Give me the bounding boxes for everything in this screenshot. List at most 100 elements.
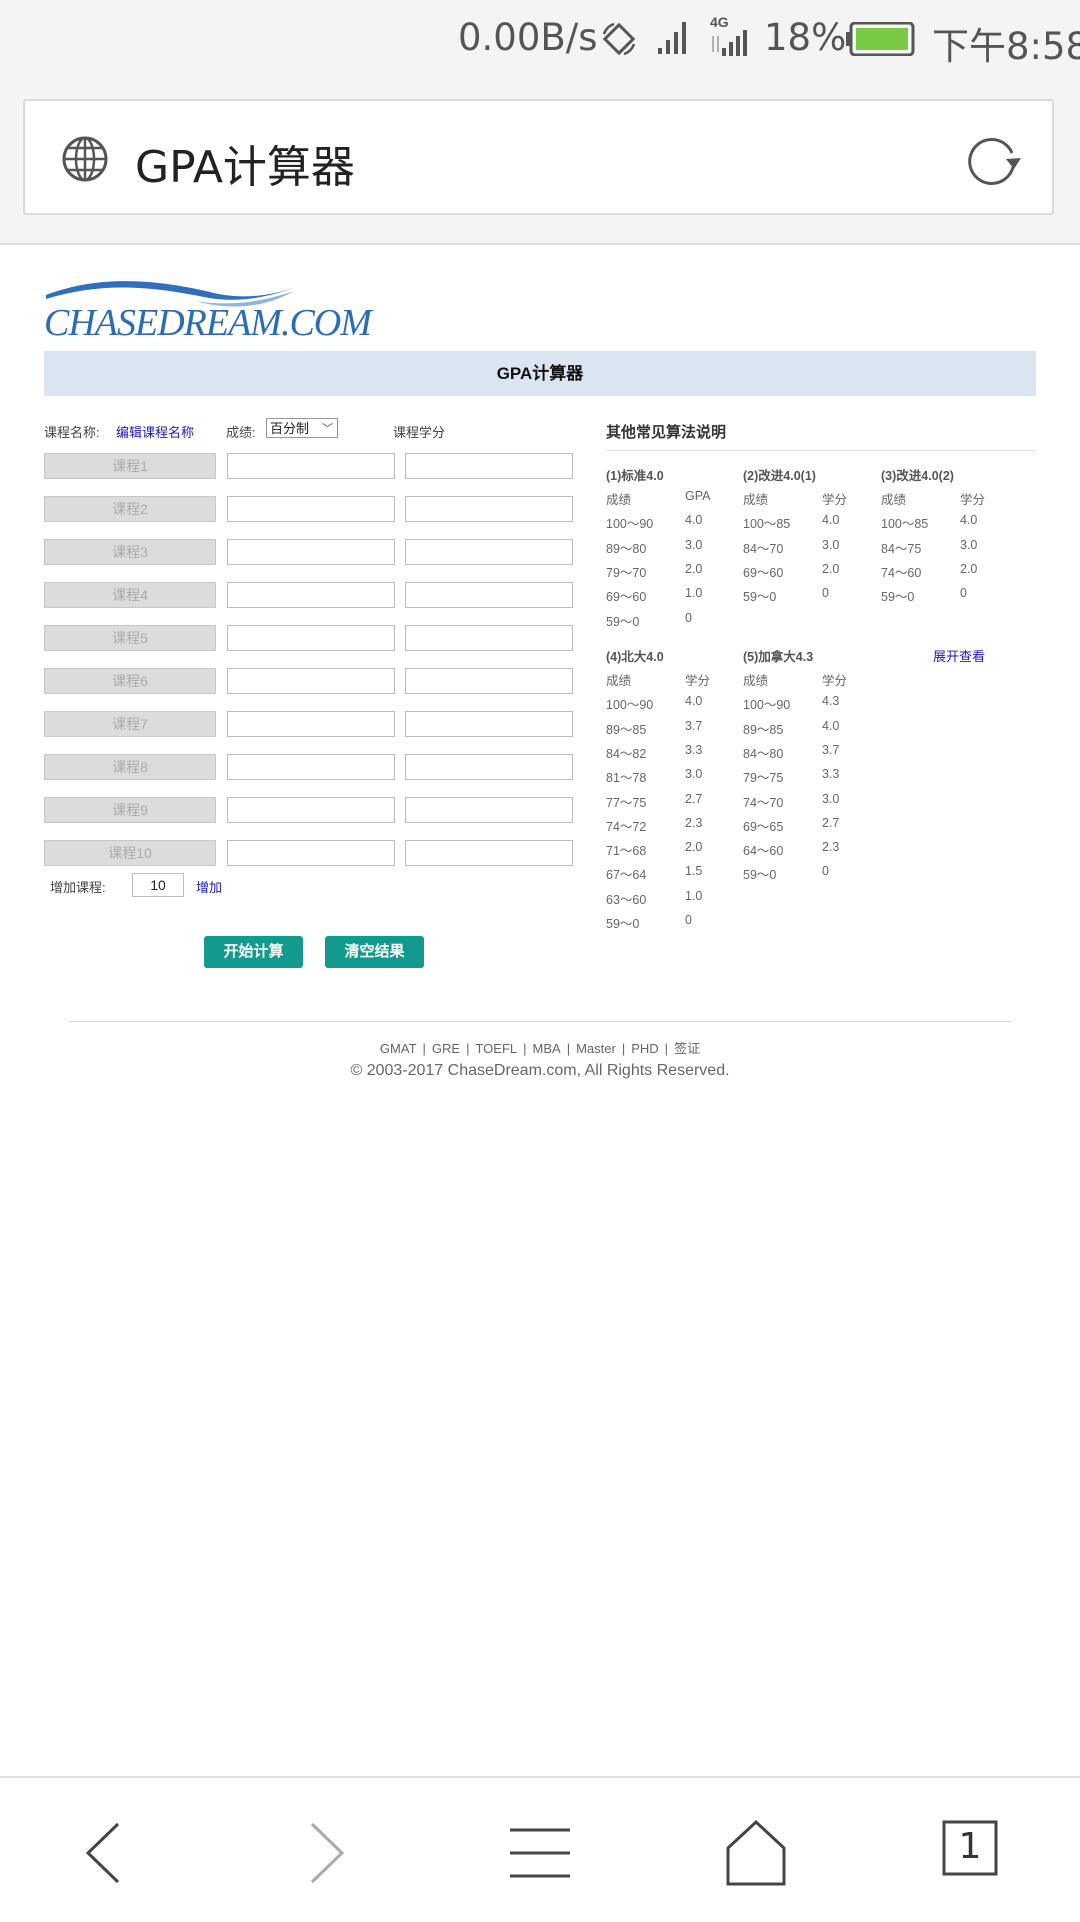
4g-signal-icon: 4G <box>710 14 750 58</box>
grade-range-cell: 成绩 <box>606 493 632 507</box>
credit-input[interactable] <box>405 797 573 823</box>
tabs-button[interactable]: 1 <box>930 1818 1010 1888</box>
scale-title: (1)标准4.0 <box>606 469 664 483</box>
footer-link[interactable]: MBA <box>533 1041 561 1056</box>
grade-scale-value: 百分制 <box>270 421 310 436</box>
grade-range-cell: 81～78 <box>606 771 647 786</box>
page-title: GPA计算器 <box>44 351 1036 396</box>
menu-icon[interactable] <box>500 1818 580 1888</box>
clock: 下午8:58 <box>932 25 1080 68</box>
score-input[interactable] <box>227 754 395 780</box>
points-cell: 3.0 <box>960 537 978 552</box>
points-cell: 4.0 <box>960 513 978 528</box>
back-icon[interactable] <box>66 1818 146 1888</box>
score-input[interactable] <box>227 625 395 651</box>
score-input[interactable] <box>227 797 395 823</box>
footer-link[interactable]: PHD <box>631 1041 658 1056</box>
score-input[interactable] <box>227 668 395 694</box>
expand-view-link[interactable]: 展开查看 <box>933 646 985 665</box>
course-name-field[interactable]: 课程9 <box>44 797 216 823</box>
course-name-field[interactable]: 课程3 <box>44 539 216 565</box>
forward-icon[interactable] <box>284 1818 364 1888</box>
signal-icon <box>658 22 686 54</box>
points-cell: 学分 <box>685 674 711 688</box>
score-input[interactable] <box>227 840 395 866</box>
course-row: 课程6 <box>44 668 573 694</box>
points-cell: 0 <box>685 913 692 927</box>
grade-scale-select[interactable]: 百分制 ﹀ <box>266 418 338 438</box>
address-bar[interactable]: GPA计算器 <box>23 99 1054 215</box>
chasedream-logo[interactable]: CHASEDREAM.COM <box>44 277 372 344</box>
grade-range-cell: 74～72 <box>606 819 647 834</box>
credit-input[interactable] <box>405 453 573 479</box>
footer-link[interactable]: GRE <box>432 1041 460 1056</box>
score-input[interactable] <box>227 539 395 565</box>
points-cell: 3.0 <box>822 537 840 552</box>
calculate-button[interactable]: 开始计算 <box>204 936 303 968</box>
credit-input[interactable] <box>405 840 573 866</box>
course-name-field[interactable]: 课程1 <box>44 453 216 479</box>
scale-title: (2)改进4.0(1) <box>743 469 816 483</box>
course-name-field[interactable]: 课程7 <box>44 711 216 737</box>
add-course-link[interactable]: 增加 <box>196 877 222 896</box>
footer-link[interactable]: GMAT <box>380 1041 417 1056</box>
score-input[interactable] <box>227 582 395 608</box>
score-input[interactable] <box>227 711 395 737</box>
tab-count: 1 <box>958 1826 982 1867</box>
course-name-field[interactable]: 课程10 <box>44 840 216 866</box>
home-icon[interactable] <box>716 1818 796 1888</box>
points-cell: 1.0 <box>685 586 703 601</box>
score-input[interactable] <box>227 496 395 522</box>
grade-range-cell: 59～0 <box>881 590 915 605</box>
points-cell: 2.3 <box>685 815 703 830</box>
grade-range-cell: 74～70 <box>743 795 784 810</box>
footer-link[interactable]: Master <box>576 1041 616 1056</box>
footer-link[interactable]: 签证 <box>674 1041 700 1056</box>
other-methods-title: 其他常见算法说明 <box>606 424 727 441</box>
footer-link[interactable]: TOEFL <box>475 1041 517 1056</box>
course-row: 课程8 <box>44 754 573 780</box>
browser-header: GPA计算器 <box>0 80 1080 245</box>
course-name-field[interactable]: 课程5 <box>44 625 216 651</box>
grade-range-cell: 100～90 <box>606 698 654 713</box>
course-name-field[interactable]: 课程2 <box>44 496 216 522</box>
credit-input[interactable] <box>405 539 573 565</box>
refresh-icon[interactable] <box>966 133 1022 187</box>
grade-range-cell: 59～0 <box>743 868 777 883</box>
course-row: 课程3 <box>44 539 573 565</box>
credit-input[interactable] <box>405 754 573 780</box>
credit-input[interactable] <box>405 496 573 522</box>
course-name-field[interactable]: 课程4 <box>44 582 216 608</box>
course-name-field[interactable]: 课程8 <box>44 754 216 780</box>
points-cell: 3.3 <box>822 767 840 782</box>
status-bar: 0.00B/s 4G 18% 下午8:58 <box>0 0 1080 80</box>
score-input[interactable] <box>227 453 395 479</box>
grade-range-cell: 100～85 <box>743 517 791 532</box>
edit-course-names-link[interactable]: 编辑课程名称 <box>116 422 194 441</box>
divider <box>606 450 1036 451</box>
points-cell: 3.7 <box>822 742 840 757</box>
grade-range-cell: 89～85 <box>743 722 784 737</box>
footer-links: GMAT | GRE | TOEFL | MBA | Master | PHD | 签证 <box>0 1038 1080 1057</box>
grade-range-cell: 100～90 <box>743 698 791 713</box>
grade-range-cell: 74～60 <box>881 565 922 580</box>
grade-range-cell: 84～82 <box>606 746 647 761</box>
points-cell: 0 <box>960 586 967 601</box>
points-cell: 学分 <box>960 493 986 507</box>
network-type: 4G <box>710 14 729 30</box>
points-cell: 3.7 <box>685 718 703 733</box>
credit-input[interactable] <box>405 625 573 651</box>
credit-input[interactable] <box>405 711 573 737</box>
credit-input[interactable] <box>405 582 573 608</box>
grade-range-cell: 成绩 <box>743 493 769 507</box>
footer-separator: | <box>664 1041 669 1056</box>
chevron-down-icon: ﹀ <box>322 423 333 435</box>
browser-bottom-nav: 1 <box>0 1776 1080 1922</box>
course-name-field[interactable]: 课程6 <box>44 668 216 694</box>
grade-range-cell: 59～0 <box>606 917 640 931</box>
battery-icon <box>846 22 915 56</box>
credit-input[interactable] <box>405 668 573 694</box>
clear-results-button[interactable]: 清空结果 <box>325 936 424 968</box>
add-course-count-input[interactable]: 10 <box>132 873 184 897</box>
course-row: 课程2 <box>44 496 573 522</box>
